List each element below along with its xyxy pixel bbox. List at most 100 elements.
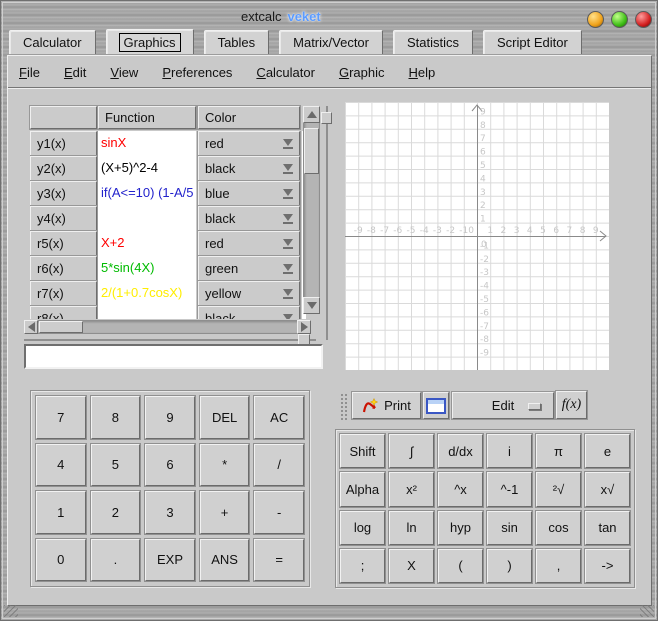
scroll-down-button[interactable] <box>303 297 320 314</box>
edit-mode-dropdown[interactable]: Edit <box>452 392 554 419</box>
numpad-key-equals[interactable]: = <box>254 539 304 582</box>
funcpad-key-integral[interactable]: ∫ <box>389 434 434 468</box>
menu-file[interactable]: File <box>12 63 47 82</box>
funcpad-key-hyp[interactable]: hyp <box>438 511 483 545</box>
titlebar[interactable]: extcalcveket <box>1 3 657 29</box>
scroll-right-button[interactable] <box>297 320 311 334</box>
maximize-button[interactable] <box>611 11 628 28</box>
funcpad-key-sin[interactable]: sin <box>487 511 532 545</box>
function-cell[interactable]: if(A<=10) (1-A/5 <box>98 181 196 206</box>
svg-text:-8: -8 <box>367 226 376 236</box>
numpad-key-5[interactable]: 5 <box>91 444 141 487</box>
table-row: y4(x)black <box>30 206 307 231</box>
tab-statistics[interactable]: Statistics <box>393 30 473 54</box>
numpad-key-8[interactable]: 8 <box>91 396 141 439</box>
svg-text:-7: -7 <box>480 322 489 332</box>
numpad-key-2[interactable]: 2 <box>91 491 141 534</box>
numpad-key-del[interactable]: DEL <box>200 396 250 439</box>
color-dropdown[interactable]: red <box>198 231 300 256</box>
function-cell[interactable]: 2/(1+0.7cosX) <box>98 281 196 306</box>
numpad-key-1[interactable]: 1 <box>36 491 86 534</box>
funcpad-key-ln[interactable]: ln <box>389 511 434 545</box>
close-button[interactable] <box>635 11 652 28</box>
menu-graphic[interactable]: Graphic <box>332 63 392 82</box>
funcpad-key-pi[interactable]: π <box>536 434 581 468</box>
numpad-key-exp[interactable]: EXP <box>145 539 195 582</box>
color-dropdown[interactable]: black <box>198 206 300 231</box>
numpad-key-7[interactable]: 7 <box>36 396 86 439</box>
funcpad-key-assign-arrow[interactable]: -> <box>585 549 630 583</box>
funcpad-key-alpha[interactable]: Alpha <box>340 472 385 506</box>
menu-preferences[interactable]: Preferences <box>155 63 239 82</box>
print-button[interactable]: Print <box>352 392 421 419</box>
tab-tables[interactable]: Tables <box>204 30 270 54</box>
color-dropdown[interactable]: green <box>198 256 300 281</box>
numpad-key-minus[interactable]: - <box>254 491 304 534</box>
horizontal-pan-slider[interactable] <box>24 339 316 341</box>
funcpad-key-variable-x[interactable]: X <box>389 549 434 583</box>
funcpad-key-tan[interactable]: tan <box>585 511 630 545</box>
funcpad-key-euler-e[interactable]: e <box>585 434 630 468</box>
color-dropdown[interactable]: red <box>198 131 300 156</box>
menu-view[interactable]: View <box>103 63 145 82</box>
numpad-key-6[interactable]: 6 <box>145 444 195 487</box>
function-cell[interactable] <box>98 206 196 231</box>
svg-text:-6: -6 <box>393 226 402 236</box>
funcpad-key-nth-root[interactable]: x√ <box>585 472 630 506</box>
funcpad-key-square-root[interactable]: ²√ <box>536 472 581 506</box>
numpad-key-9[interactable]: 9 <box>145 396 195 439</box>
funcpad-key-inverse[interactable]: ^-1 <box>487 472 532 506</box>
menu-calculator[interactable]: Calculator <box>249 63 322 82</box>
function-list-button[interactable]: f(x) <box>556 391 587 419</box>
funcpad-key-power-x[interactable]: ^x <box>438 472 483 506</box>
funcpad-key-derivative[interactable]: d/dx <box>438 434 483 468</box>
funcpad-key-semicolon[interactable]: ; <box>340 549 385 583</box>
color-dropdown[interactable]: blue <box>198 181 300 206</box>
numpad-key-decimal-point[interactable]: . <box>91 539 141 582</box>
funcpad-key-imaginary-i[interactable]: i <box>487 434 532 468</box>
menu-edit[interactable]: Edit <box>57 63 93 82</box>
funcpad-key-close-paren[interactable]: ) <box>487 549 532 583</box>
color-dropdown[interactable]: black <box>198 156 300 181</box>
resize-grip-right[interactable] <box>640 605 654 617</box>
numpad-key-ac[interactable]: AC <box>254 396 304 439</box>
svg-text:9: 9 <box>480 107 486 117</box>
vertical-pan-slider[interactable] <box>326 106 328 340</box>
zoom-window-button[interactable] <box>423 392 449 419</box>
numpad-key-ans[interactable]: ANS <box>200 539 250 582</box>
tab-script-editor[interactable]: Script Editor <box>483 30 582 54</box>
numpad-key-plus[interactable]: + <box>200 491 250 534</box>
scroll-up-button[interactable] <box>303 106 320 123</box>
horizontal-scrollbar-thumb[interactable] <box>39 321 83 333</box>
funcpad-key-open-paren[interactable]: ( <box>438 549 483 583</box>
scroll-left-button[interactable] <box>24 320 38 334</box>
expression-input[interactable] <box>24 344 323 369</box>
vertical-pan-slider-handle[interactable] <box>321 112 332 124</box>
function-cell[interactable]: 5*sin(4X) <box>98 256 196 281</box>
color-dropdown[interactable]: black <box>198 306 300 319</box>
function-cell[interactable]: X+2 <box>98 231 196 256</box>
function-cell[interactable]: sinX <box>98 131 196 156</box>
tab-calculator[interactable]: Calculator <box>9 30 96 54</box>
color-dropdown[interactable]: yellow <box>198 281 300 306</box>
funcpad-key-log[interactable]: log <box>340 511 385 545</box>
numpad-key-3[interactable]: 3 <box>145 491 195 534</box>
numpad-key-0[interactable]: 0 <box>36 539 86 582</box>
funcpad-key-comma[interactable]: , <box>536 549 581 583</box>
tab-graphics[interactable]: Graphics <box>106 29 194 54</box>
funcpad-key-shift[interactable]: Shift <box>340 434 385 468</box>
function-cell[interactable]: (X+5)^2-4 <box>98 156 196 181</box>
funcpad-key-cos[interactable]: cos <box>536 511 581 545</box>
menu-help[interactable]: Help <box>402 63 443 82</box>
tab-matrix-vector[interactable]: Matrix/Vector <box>279 30 383 54</box>
vertical-scrollbar-thumb[interactable] <box>304 128 319 174</box>
svg-text:4: 4 <box>480 174 486 184</box>
function-cell[interactable] <box>98 306 196 319</box>
minimize-button[interactable] <box>587 11 604 28</box>
resize-grip-left[interactable] <box>4 605 18 617</box>
numpad-key-4[interactable]: 4 <box>36 444 86 487</box>
numpad-key-divide[interactable]: / <box>254 444 304 487</box>
toolbar-grip[interactable] <box>339 392 348 420</box>
funcpad-key-x-squared[interactable]: x² <box>389 472 434 506</box>
numpad-key-multiply[interactable]: * <box>200 444 250 487</box>
